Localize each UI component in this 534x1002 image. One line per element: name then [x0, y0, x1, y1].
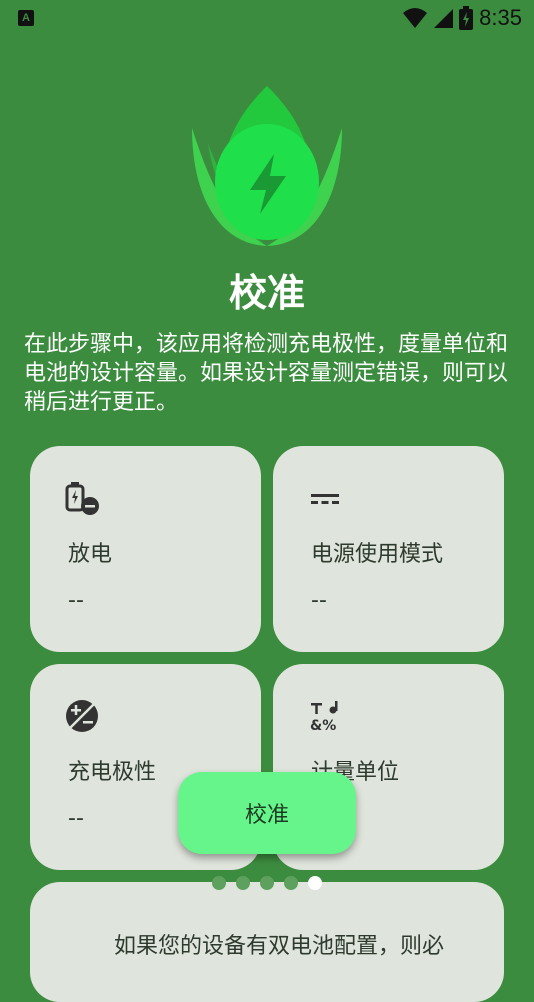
- app-notification-icon: A: [18, 10, 34, 26]
- card-value: --: [68, 806, 84, 831]
- page-dot[interactable]: [212, 876, 226, 890]
- battery-charging-icon: [459, 6, 474, 30]
- cell-signal-icon: [434, 9, 454, 28]
- polarity-icon: [66, 700, 98, 732]
- page-indicator: [212, 876, 322, 890]
- clock: 8:35: [479, 5, 522, 30]
- power-mode-card: 电源使用模式 --: [273, 446, 504, 652]
- dc-power-icon: [311, 494, 339, 504]
- card-value: --: [68, 588, 84, 613]
- battery-leaf-logo-icon: [192, 86, 342, 246]
- dual-battery-note-card: 如果您的设备有双电池配置，则必: [30, 882, 504, 1002]
- card-label: 充电极性: [68, 760, 157, 785]
- page-dot[interactable]: [260, 876, 274, 890]
- calibrate-button[interactable]: 校准: [178, 772, 356, 854]
- page-dot-active[interactable]: [308, 876, 322, 890]
- card-label: 电源使用模式: [311, 542, 444, 567]
- card-value: --: [311, 588, 327, 613]
- card-label: 放电: [68, 542, 113, 567]
- units-icon: &%: [310, 701, 338, 734]
- battery-minus-icon: [65, 482, 99, 515]
- page-title: 校准: [228, 271, 305, 315]
- page-dot[interactable]: [284, 876, 298, 890]
- wifi-icon: [403, 8, 428, 28]
- discharge-card: 放电 --: [30, 446, 261, 652]
- note-text: 如果您的设备有双电池配置，则必: [114, 934, 445, 959]
- svg-text:&%: &%: [310, 718, 336, 734]
- status-bar: A 8:35: [0, 0, 534, 36]
- page-dot[interactable]: [236, 876, 250, 890]
- page-description: 在此步骤中，该应用将检测充电极性，度量单位和电池的设计容量。如果设计容量测定错误…: [24, 332, 509, 415]
